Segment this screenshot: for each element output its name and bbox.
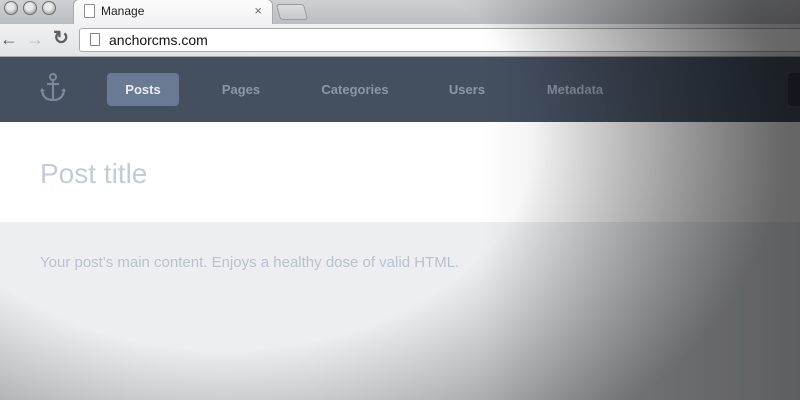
new-tab-button[interactable] [275, 4, 309, 20]
browser-tab-strip: Manage × [0, 0, 800, 24]
window-controls [4, 1, 56, 15]
anchor-icon[interactable] [39, 73, 67, 103]
post-title-section [0, 122, 800, 222]
back-arrow-icon[interactable]: ← [0, 29, 18, 49]
close-icon[interactable]: × [254, 3, 262, 18]
close-window-button[interactable] [4, 1, 18, 15]
minimize-window-button[interactable] [23, 1, 37, 15]
browser-tab[interactable]: Manage × [74, 0, 272, 24]
admin-nav-bar: Posts Pages Categories Users Metadata [0, 57, 800, 122]
nav-item-pages[interactable]: Pages [210, 73, 272, 106]
post-title-input[interactable] [40, 154, 740, 194]
post-content-section [0, 222, 800, 400]
tab-title: Manage [101, 4, 145, 18]
nav-item-metadata[interactable]: Metadata [534, 73, 616, 106]
address-bar[interactable]: anchorcms.com [79, 28, 800, 52]
page-icon [90, 33, 100, 46]
post-content-textarea[interactable] [40, 254, 740, 374]
forward-arrow-icon[interactable]: → [26, 29, 44, 49]
nav-item-users[interactable]: Users [438, 73, 496, 106]
page-icon [84, 4, 95, 18]
nav-item-categories[interactable]: Categories [310, 73, 400, 106]
nav-item-posts[interactable]: Posts [107, 73, 179, 106]
url-text[interactable]: anchorcms.com [109, 32, 208, 48]
browser-toolbar: ← → ↻ anchorcms.com [0, 24, 800, 57]
zoom-window-button[interactable] [42, 1, 56, 15]
reload-icon[interactable]: ↻ [53, 29, 69, 49]
nav-action-button[interactable] [788, 73, 800, 106]
